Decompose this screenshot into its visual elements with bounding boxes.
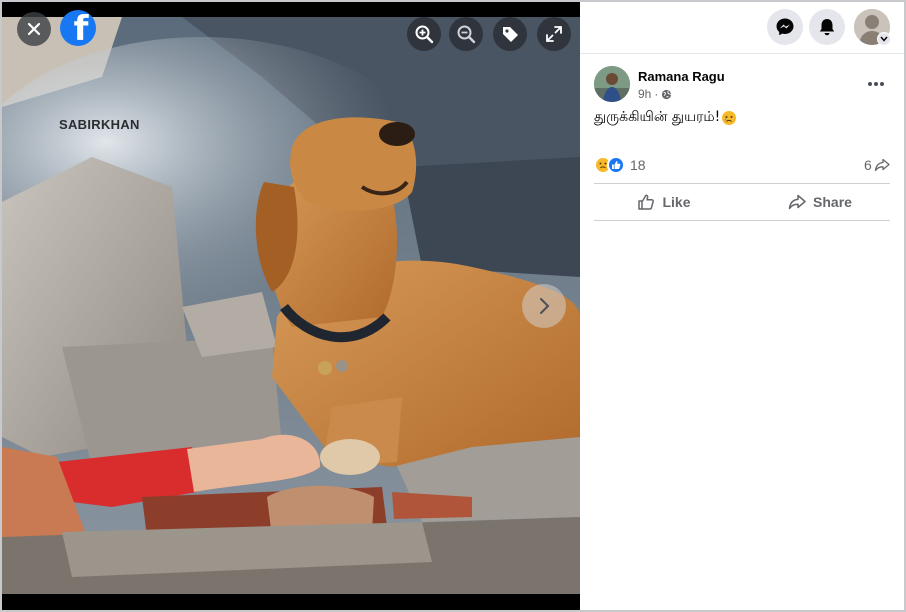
share-icon <box>788 194 806 210</box>
account-menu-button[interactable] <box>877 32 891 46</box>
zoom-in-icon <box>415 25 434 44</box>
dot <box>880 82 884 86</box>
close-button[interactable] <box>17 12 51 46</box>
zoom-out-icon <box>457 25 476 44</box>
close-icon <box>27 22 41 36</box>
like-button[interactable]: Like <box>594 184 734 220</box>
post-header: Ramana Ragu 9h · <box>594 66 894 106</box>
thumbs-up-icon <box>638 194 655 210</box>
post-message: துருக்கியின் துயரம்! <box>594 109 737 127</box>
share-count-value: 6 <box>864 157 872 173</box>
meta-separator: · <box>654 87 659 101</box>
reactions-summary[interactable]: 18 <box>594 156 646 174</box>
photo-watermark: SABIRKHAN <box>59 117 140 132</box>
post-details-panel: Ramana Ragu 9h · துருக்கியின் துயரம்! 18… <box>580 2 904 610</box>
share-count[interactable]: 6 <box>864 157 890 173</box>
viewer-bottom-bar <box>2 594 580 610</box>
post-options-button[interactable] <box>862 72 890 96</box>
bell-icon <box>819 19 835 36</box>
tag-photo-button[interactable] <box>493 17 527 51</box>
chevron-down-icon <box>880 36 888 42</box>
tag-icon <box>503 27 518 42</box>
author-avatar-image <box>594 66 630 102</box>
messenger-icon <box>776 18 794 36</box>
notifications-button[interactable] <box>809 9 845 45</box>
post-actions-bar: Like Share <box>594 183 890 221</box>
share-arrow-icon <box>874 158 890 172</box>
dot <box>868 82 872 86</box>
facebook-logo-letter: f <box>73 10 89 46</box>
post-photo[interactable] <box>2 17 580 594</box>
zoom-out-button[interactable] <box>449 17 483 51</box>
next-photo-button[interactable] <box>522 284 566 328</box>
sad-face-emoji <box>722 111 737 125</box>
facebook-logo-icon[interactable]: f <box>60 10 96 46</box>
post-time[interactable]: 9h <box>638 87 651 101</box>
reaction-count: 18 <box>630 157 646 173</box>
dot <box>874 82 878 86</box>
post-message-text: துருக்கியின் துயரம்! <box>594 109 721 125</box>
messenger-button[interactable] <box>767 9 803 45</box>
globe-icon[interactable] <box>661 89 672 100</box>
fullscreen-button[interactable] <box>537 17 571 51</box>
post-meta: 9h · <box>638 87 672 101</box>
zoom-in-button[interactable] <box>407 17 441 51</box>
expand-icon <box>546 26 562 42</box>
author-name[interactable]: Ramana Ragu <box>638 69 725 84</box>
photo-viewer: SABIRKHAN f <box>2 2 580 610</box>
share-button[interactable]: Share <box>750 184 890 220</box>
top-navigation-bar <box>580 2 904 54</box>
share-button-label: Share <box>813 194 852 210</box>
like-button-label: Like <box>662 194 691 210</box>
like-reaction-icon <box>607 156 625 174</box>
chevron-right-icon <box>540 298 550 314</box>
author-avatar[interactable] <box>594 66 630 102</box>
